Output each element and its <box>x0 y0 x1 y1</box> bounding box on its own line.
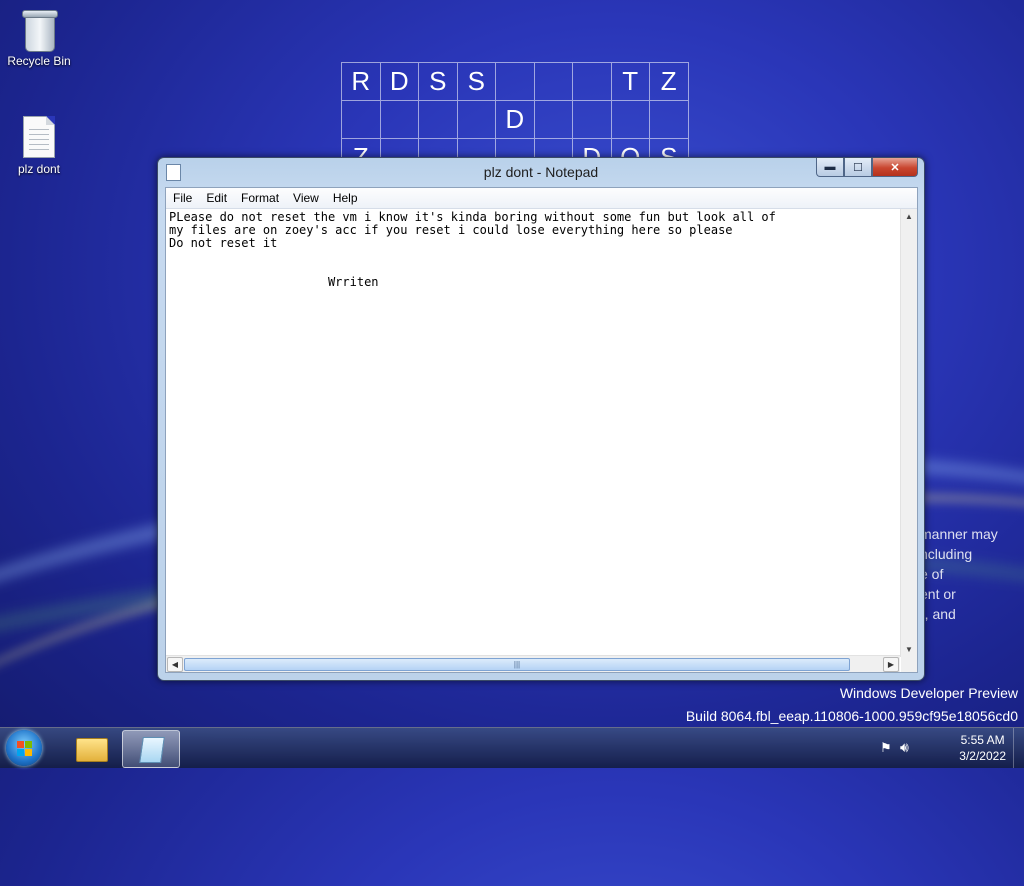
grid-cell: Z <box>650 63 689 101</box>
desktop-icon-label: Recycle Bin <box>7 54 71 68</box>
start-button-icon[interactable] <box>6 730 42 766</box>
grid-cell <box>342 101 381 139</box>
text-document-icon <box>23 116 55 158</box>
grid-cell: R <box>342 63 381 101</box>
window-title: plz dont - Notepad <box>483 164 599 180</box>
notepad-icon <box>139 737 165 763</box>
notepad-client-area: File Edit Format View Help PLease do not… <box>165 187 918 673</box>
title-bar[interactable]: plz dont - Notepad ▬ ☐ ✕ <box>158 158 924 186</box>
horizontal-scrollbar[interactable]: ◀ ||| ▶ <box>166 655 900 672</box>
horizontal-scroll-thumb[interactable]: ||| <box>184 658 850 671</box>
clock-time: 5:55 AM <box>960 733 1005 747</box>
clock-date: 3/2/2022 <box>959 749 1006 763</box>
desktop-icon-label: plz dont <box>17 162 61 176</box>
size-grip[interactable] <box>901 656 917 672</box>
grid-cell <box>573 101 612 139</box>
grid-cell: T <box>611 63 650 101</box>
grid-cell <box>457 101 496 139</box>
clock[interactable]: 5:55 AM 3/2/2022 <box>959 732 1006 764</box>
menu-view[interactable]: View <box>286 191 326 205</box>
scroll-right-arrow-icon[interactable]: ▶ <box>883 657 899 672</box>
watermark-title: Windows Developer Preview <box>839 685 1018 701</box>
grid-cell <box>496 63 535 101</box>
menu-edit[interactable]: Edit <box>199 191 234 205</box>
menu-format[interactable]: Format <box>234 191 286 205</box>
close-button[interactable]: ✕ <box>872 158 918 177</box>
eula-line: ), and <box>920 606 956 622</box>
grid-cell <box>380 101 419 139</box>
eula-line: ent or <box>920 586 956 602</box>
eula-text-fragment: manner may ncluding e of ent or ), and <box>920 524 998 624</box>
menu-help[interactable]: Help <box>326 191 365 205</box>
system-tray: ⚑ 🔊︎ 5:55 AM 3/2/2022 <box>874 728 1024 768</box>
scroll-down-arrow-icon[interactable]: ▼ <box>905 645 913 654</box>
flag-icon[interactable]: ⚑ <box>880 740 892 756</box>
grid-cell <box>534 101 573 139</box>
watermark-build: Build 8064.fbl_eeap.110806-1000.959cf95e… <box>685 708 1018 724</box>
vertical-scrollbar[interactable]: ▲ ▼ <box>900 209 917 657</box>
recycle-bin-icon <box>22 8 58 52</box>
show-desktop-button[interactable] <box>1013 728 1024 768</box>
grid-cell: S <box>457 63 496 101</box>
grid-cell <box>419 101 458 139</box>
eula-line: ncluding <box>920 546 973 562</box>
menu-bar: File Edit Format View Help <box>166 188 917 209</box>
scroll-up-arrow-icon[interactable]: ▲ <box>905 212 913 221</box>
desktop-icon-plz-dont[interactable]: plz dont <box>4 116 74 176</box>
taskbar-explorer-button[interactable] <box>64 730 120 766</box>
notepad-window[interactable]: plz dont - Notepad ▬ ☐ ✕ File Edit Forma… <box>157 157 925 681</box>
grid-cell <box>611 101 650 139</box>
menu-file[interactable]: File <box>166 191 199 205</box>
grid-cell: D <box>380 63 419 101</box>
grid-cell: S <box>419 63 458 101</box>
folder-icon <box>76 738 108 762</box>
eula-line: manner may <box>920 526 998 542</box>
grid-cell <box>534 63 573 101</box>
taskbar-notepad-button[interactable] <box>122 730 180 768</box>
taskbar: ⚑ 🔊︎ 5:55 AM 3/2/2022 <box>0 727 1024 768</box>
desktop-icon-recycle-bin[interactable]: Recycle Bin <box>4 8 74 68</box>
grid-cell <box>573 63 612 101</box>
caption-buttons: ▬ ☐ ✕ <box>816 158 918 177</box>
minimize-button[interactable]: ▬ <box>816 158 844 177</box>
speaker-icon[interactable]: 🔊︎ <box>900 739 909 756</box>
text-editor[interactable]: PLease do not reset the vm i know it's k… <box>166 209 900 657</box>
eula-line: e of <box>920 566 944 582</box>
grid-cell: D <box>496 101 535 139</box>
grid-cell <box>650 101 689 139</box>
scroll-left-arrow-icon[interactable]: ◀ <box>167 657 183 672</box>
maximize-button[interactable]: ☐ <box>844 158 872 177</box>
